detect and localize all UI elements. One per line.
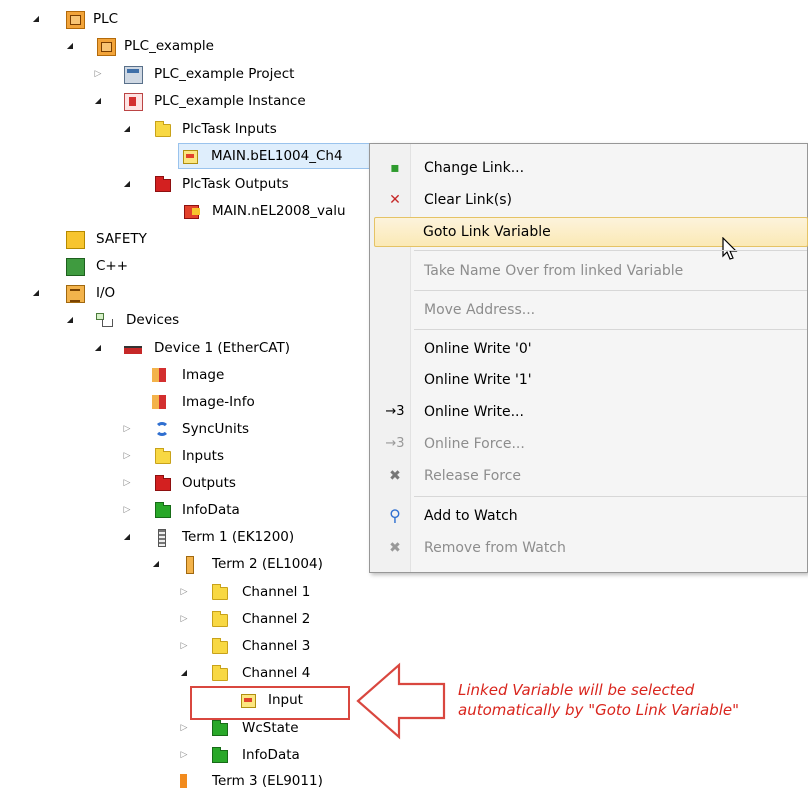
callout-arrow-icon <box>356 662 446 740</box>
collapsed-arrow-icon[interactable]: ▷ <box>178 633 190 659</box>
expanded-arrow-icon[interactable]: ◢ <box>121 524 133 550</box>
folder-green-icon <box>212 720 228 736</box>
menu-separator <box>414 329 807 330</box>
menu-item-online-write-1[interactable]: Online Write '1' <box>372 366 808 394</box>
folder-yellow-icon <box>212 584 228 600</box>
folder-yellow-icon <box>155 448 171 464</box>
expanded-arrow-icon[interactable]: ◢ <box>30 6 42 32</box>
folder-green-icon <box>155 502 171 518</box>
terminal-input-icon <box>186 556 194 574</box>
collapsed-arrow-icon[interactable]: ▷ <box>178 606 190 632</box>
instance-icon <box>124 93 143 111</box>
expanded-arrow-icon[interactable]: ◢ <box>121 171 133 197</box>
folder-yellow-icon <box>212 665 228 681</box>
plc-icon <box>66 11 85 29</box>
clear-link-icon: ✕ <box>389 192 401 208</box>
expanded-arrow-icon[interactable]: ◢ <box>92 335 104 361</box>
image-info-icon <box>152 395 166 409</box>
folder-yellow-icon <box>155 121 171 137</box>
annotation-text: Linked Variable will be selected automat… <box>458 680 739 720</box>
expanded-arrow-icon[interactable]: ◢ <box>30 280 42 306</box>
plc-project-icon <box>97 38 116 56</box>
expanded-arrow-icon[interactable]: ◢ <box>92 88 104 114</box>
collapsed-arrow-icon[interactable]: ▷ <box>121 497 133 523</box>
expanded-arrow-icon[interactable]: ◢ <box>64 307 76 333</box>
image-icon <box>152 368 166 382</box>
menu-item-remove-from-watch[interactable]: ✖ Remove from Watch <box>372 534 808 562</box>
menu-item-change-link[interactable]: ▪ Change Link... <box>372 154 808 182</box>
change-link-icon: ▪ <box>390 160 400 176</box>
ethercat-device-icon <box>124 346 142 354</box>
cpp-icon <box>66 258 85 276</box>
linked-input-variable-icon <box>183 150 198 164</box>
tree-node-main-bel1004[interactable]: MAIN.bEL1004_Ch4 <box>178 143 370 169</box>
remove-watch-icon: ✖ <box>389 540 401 556</box>
annotation-line-1: Linked Variable will be selected <box>458 681 695 699</box>
menu-item-goto-link-variable[interactable]: Goto Link Variable <box>374 217 808 247</box>
expanded-arrow-icon[interactable]: ◢ <box>64 33 76 59</box>
menu-item-take-name-over[interactable]: Take Name Over from linked Variable <box>372 257 808 285</box>
linked-output-variable-icon <box>184 205 200 219</box>
annotation-line-2: automatically by "Goto Link Variable" <box>458 701 740 719</box>
collapsed-arrow-icon[interactable]: ▷ <box>121 470 133 496</box>
online-write-icon: →3 <box>385 404 405 419</box>
menu-separator <box>414 250 807 251</box>
project-icon <box>124 66 143 84</box>
magnifier-icon: ⚲ <box>389 506 401 525</box>
folder-red-icon <box>155 176 171 192</box>
context-menu: ▪ Change Link... ✕ Clear Link(s) Goto Li… <box>369 143 808 573</box>
terminal-coupler-icon <box>158 529 166 547</box>
collapsed-arrow-icon[interactable]: ▷ <box>178 579 190 605</box>
collapsed-arrow-icon[interactable]: ▷ <box>121 443 133 469</box>
menu-item-online-write-0[interactable]: Online Write '0' <box>372 335 808 363</box>
menu-separator <box>414 496 807 497</box>
folder-red-icon <box>155 475 171 491</box>
io-icon <box>66 285 85 303</box>
collapsed-arrow-icon[interactable]: ▷ <box>178 742 190 768</box>
collapsed-arrow-icon[interactable]: ▷ <box>121 416 133 442</box>
menu-item-online-write[interactable]: →3 Online Write... <box>372 398 808 426</box>
collapsed-arrow-icon[interactable]: ▷ <box>92 61 104 87</box>
folder-yellow-icon <box>212 638 228 654</box>
menu-item-move-address[interactable]: Move Address... <box>372 296 808 324</box>
menu-item-release-force[interactable]: ✖ Release Force <box>372 462 808 490</box>
online-force-icon: →3 <box>385 436 405 451</box>
folder-yellow-icon <box>212 611 228 627</box>
collapsed-arrow-icon[interactable]: ▷ <box>178 715 190 741</box>
expanded-arrow-icon[interactable]: ◢ <box>150 551 162 577</box>
expanded-arrow-icon[interactable]: ◢ <box>121 116 133 142</box>
safety-icon <box>66 231 85 249</box>
menu-separator <box>414 290 807 291</box>
menu-item-online-force[interactable]: →3 Online Force... <box>372 430 808 458</box>
release-force-icon: ✖ <box>389 468 401 484</box>
terminal-end-icon <box>180 774 187 788</box>
expanded-arrow-icon[interactable]: ◢ <box>178 660 190 686</box>
sync-icon <box>155 422 169 436</box>
menu-item-clear-links[interactable]: ✕ Clear Link(s) <box>372 186 808 214</box>
folder-green-icon <box>212 747 228 763</box>
menu-item-add-to-watch[interactable]: ⚲ Add to Watch <box>372 502 808 530</box>
devices-icon <box>96 313 113 327</box>
